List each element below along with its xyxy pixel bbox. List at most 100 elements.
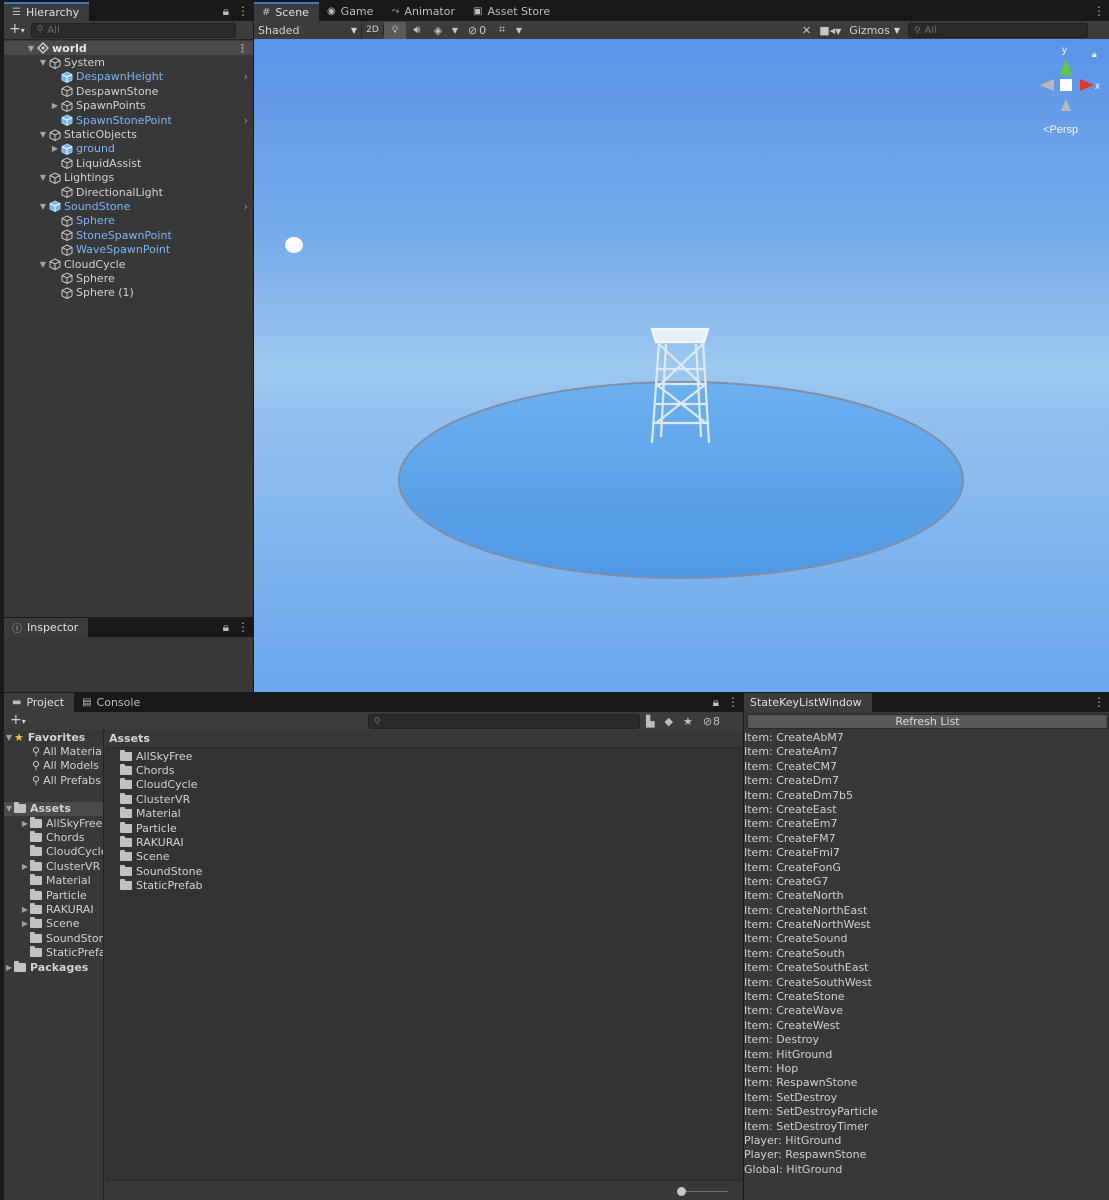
icon-size-slider-handle[interactable]	[677, 1187, 686, 1196]
kebab-menu-icon[interactable]: ⋮	[237, 4, 249, 19]
packages-root[interactable]: ▶ Packages	[4, 960, 103, 974]
hierarchy-item-directionallight[interactable]: DirectionalLight	[4, 185, 253, 199]
folder-item-clustervr[interactable]: ClusterVR	[120, 792, 743, 806]
tab-game[interactable]: ◉ Game	[319, 2, 383, 21]
lock-gizmo-icon[interactable]: 🔒︎	[1092, 50, 1097, 60]
effects-dropdown-chevron-icon[interactable]: ▼	[448, 26, 462, 35]
grid-toggle-icon[interactable]: ⌗	[492, 23, 512, 37]
hierarchy-item-system[interactable]: ▼ System	[4, 55, 253, 69]
shading-mode-dropdown[interactable]: Shaded ▼	[254, 21, 362, 39]
favorite-item-all-materials[interactable]: ⚲All Materials	[4, 744, 103, 758]
create-plus-dropdown[interactable]: +▾	[9, 22, 25, 37]
asset-tree-item-staticprefab[interactable]: StaticPrefab	[4, 945, 103, 959]
hierarchy-item-spawnstonepoint[interactable]: SpawnStonePoint ›	[4, 113, 253, 127]
kebab-menu-icon[interactable]: ⋮	[237, 620, 249, 635]
expand-open-icon[interactable]: ▼	[38, 260, 48, 269]
hidden-objects-toggle[interactable]: ⊘ 0	[462, 24, 492, 37]
asset-tree-item-rakurai[interactable]: ▶ RAKURAI	[4, 902, 103, 916]
kebab-menu-icon[interactable]: ⋮	[1093, 4, 1105, 18]
kebab-menu-icon[interactable]: ⋮	[237, 42, 248, 55]
expand-closed-icon[interactable]: ▶	[20, 919, 30, 928]
expand-open-icon[interactable]: ▼	[38, 202, 48, 211]
hierarchy-item-world[interactable]: ▼ world ⋮	[4, 41, 253, 56]
expand-closed-icon[interactable]: ▶	[20, 862, 30, 871]
open-prefab-chevron-icon[interactable]: ›	[244, 200, 248, 213]
asset-tree-item-chords[interactable]: Chords	[4, 830, 103, 844]
expand-closed-icon[interactable]: ▶	[50, 101, 60, 110]
folder-item-particle[interactable]: Particle	[120, 821, 743, 835]
expand-closed-icon[interactable]: ▶	[50, 144, 60, 153]
hierarchy-item-soundstone[interactable]: ▼ SoundStone ›	[4, 199, 253, 213]
hidden-packages-toggle[interactable]: ⊘ 8	[703, 715, 720, 728]
favorite-item-all-prefabs[interactable]: ⚲ All Prefabs	[4, 773, 103, 787]
grid-dropdown-chevron-icon[interactable]: ▼	[512, 26, 526, 35]
asset-tree-item-particle[interactable]: Particle	[4, 888, 103, 902]
tab-console[interactable]: ▤ Console	[74, 693, 150, 712]
gizmos-dropdown[interactable]: Gizmos ▼	[849, 24, 900, 37]
expand-open-icon[interactable]: ▼	[26, 44, 36, 53]
folder-item-soundstone[interactable]: SoundStone	[120, 864, 743, 878]
hierarchy-item-spawnpoints[interactable]: ▶ SpawnPoints	[4, 99, 253, 113]
ground-disc[interactable]	[398, 381, 964, 579]
hierarchy-item-liquidassist[interactable]: LiquidAssist	[4, 156, 253, 170]
tab-animator[interactable]: ⤳ Animator	[383, 2, 465, 21]
lock-icon[interactable]: 🔒︎	[223, 620, 229, 635]
audio-toggle-icon[interactable]: 🔊︎	[406, 23, 428, 37]
tab-inspector[interactable]: ⓘ Inspector	[4, 618, 89, 637]
folder-item-material[interactable]: Material	[120, 807, 743, 821]
camera-icon[interactable]: ■◂▼	[819, 24, 841, 37]
folder-item-chords[interactable]: Chords	[120, 763, 743, 777]
favorite-item-all-models[interactable]: ⚲ All Models	[4, 759, 103, 773]
hierarchy-item-wavespawnpoint[interactable]: WaveSpawnPoint	[4, 242, 253, 256]
expand-closed-icon[interactable]: ▶	[20, 905, 30, 914]
scene-search-input[interactable]: ⚲ All	[907, 23, 1088, 38]
project-search-input[interactable]: ⚲	[368, 714, 640, 729]
folder-item-cloudcycle[interactable]: CloudCycle	[120, 778, 743, 792]
hierarchy-item-lightings[interactable]: ▼ Lightings	[4, 171, 253, 185]
asset-tree-item-cloudcycle[interactable]: CloudCycle	[4, 845, 103, 859]
breadcrumb[interactable]: Assets	[105, 730, 743, 748]
kebab-menu-icon[interactable]: ⋮	[727, 695, 739, 710]
expand-open-icon[interactable]: ▼	[38, 130, 48, 139]
asset-tree-item-clustervr[interactable]: ▶ ClusterVR	[4, 859, 103, 873]
hierarchy-item-sphere-1[interactable]: Sphere (1)	[4, 286, 253, 300]
asset-tree-item-scene[interactable]: ▶ Scene	[4, 917, 103, 931]
folder-item-rakurai[interactable]: RAKURAI	[120, 835, 743, 849]
tab-hierarchy[interactable]: ☰ Hierarchy	[4, 2, 90, 21]
mode-2d-toggle[interactable]: 2D	[362, 25, 384, 35]
tab-statekey[interactable]: StateKeyListWindow	[744, 693, 872, 712]
lock-icon[interactable]: 🔒︎	[713, 695, 719, 710]
hierarchy-search-input[interactable]: ⚲ All	[30, 22, 236, 38]
favorites-header[interactable]: ▼ ★ Favorites	[4, 730, 103, 744]
asset-tree-item-allskyfree[interactable]: ▶ AllSkyFree	[4, 816, 103, 830]
asset-tree-item-material[interactable]: Material	[4, 874, 103, 888]
projection-label[interactable]: <Persp	[1043, 124, 1078, 136]
refresh-list-button[interactable]: Refresh List	[747, 714, 1108, 729]
tab-scene[interactable]: # Scene	[254, 2, 319, 21]
assets-root[interactable]: ▼ Assets	[4, 801, 103, 816]
hierarchy-item-sphere[interactable]: Sphere	[4, 271, 253, 285]
asset-tree-item-soundstone[interactable]: SoundStone	[4, 931, 103, 945]
lock-icon[interactable]: 🔒︎	[223, 4, 229, 19]
filter-by-label-icon[interactable]: ◆	[664, 715, 672, 728]
orientation-gizmo[interactable]	[1040, 59, 1094, 111]
hierarchy-item-cloudcycle[interactable]: ▼ CloudCycle	[4, 257, 253, 271]
effects-layers-icon[interactable]: ◈	[428, 24, 448, 37]
tab-project[interactable]: ▬ Project	[4, 693, 75, 712]
open-prefab-chevron-icon[interactable]: ›	[244, 114, 248, 127]
expand-closed-icon[interactable]: ▶	[20, 819, 30, 828]
cloud-sphere[interactable]	[285, 237, 303, 253]
hierarchy-item-ground[interactable]: ▶ ground	[4, 142, 253, 156]
create-plus-dropdown[interactable]: +▾	[10, 713, 26, 728]
hierarchy-item-despawnstone[interactable]: DespawnStone	[4, 84, 253, 98]
folder-item-staticprefab[interactable]: StaticPrefab	[120, 879, 743, 893]
icon-size-slider-track[interactable]	[680, 1191, 728, 1192]
favorite-star-icon[interactable]: ★	[683, 715, 693, 728]
hierarchy-item-staticobjects[interactable]: ▼ StaticObjects	[4, 127, 253, 141]
hierarchy-item-despawnheight[interactable]: DespawnHeight ›	[4, 70, 253, 84]
lighting-toggle-icon[interactable]: 💡︎	[384, 21, 406, 39]
expand-open-icon[interactable]: ▼	[38, 173, 48, 182]
expand-open-icon[interactable]: ▼	[38, 58, 48, 67]
kebab-menu-icon[interactable]: ⋮	[1093, 695, 1105, 709]
scene-viewport[interactable]: y x 🔒︎ <Persp	[254, 39, 1109, 692]
